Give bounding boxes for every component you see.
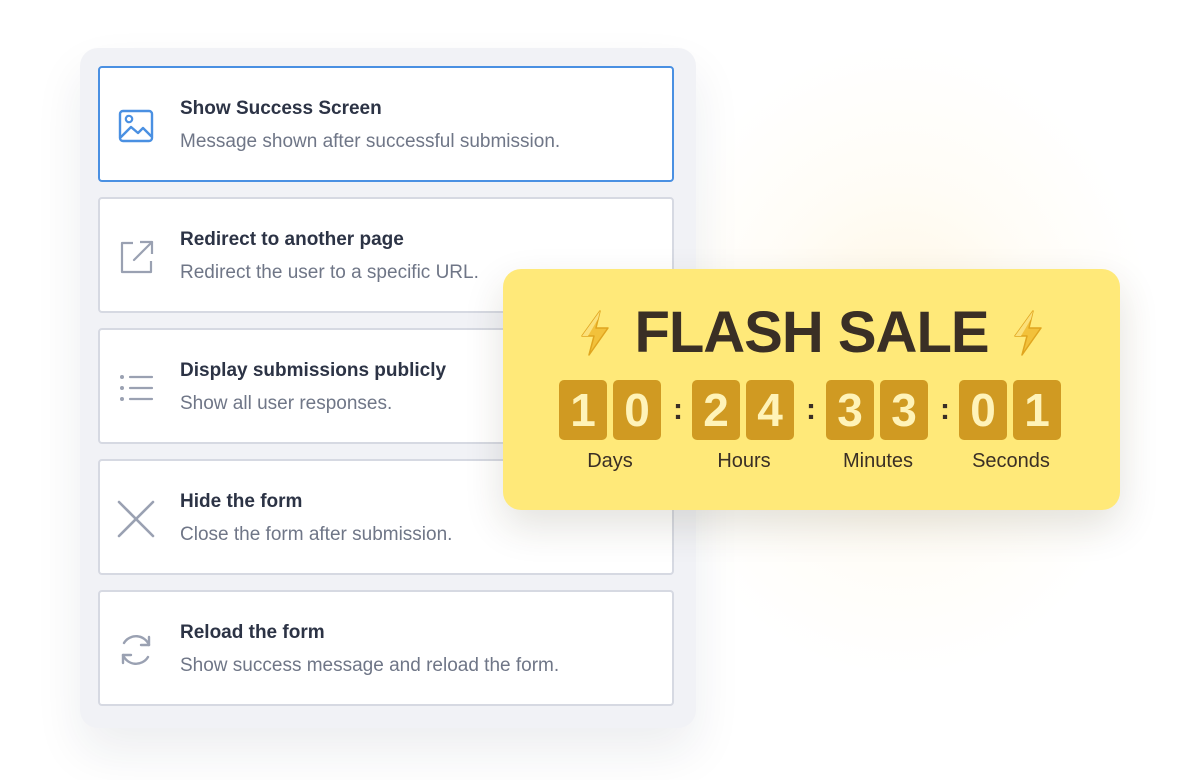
- option-title: Redirect to another page: [180, 229, 404, 250]
- countdown-days-digit: 0: [613, 380, 661, 440]
- external-link-icon: [120, 240, 154, 274]
- lightning-bolt-icon: [581, 310, 610, 356]
- countdown-separator: :: [806, 393, 816, 426]
- option-title: Reload the form: [180, 622, 325, 643]
- option-description: Show success message and reload the form…: [180, 655, 560, 676]
- countdown-seconds-digit: 1: [1013, 380, 1061, 440]
- countdown-hours-digit: 2: [692, 380, 740, 440]
- reload-icon: [121, 635, 151, 665]
- option-description: Redirect the user to a specific URL.: [180, 262, 479, 283]
- countdown-seconds-digit: 0: [959, 380, 1007, 440]
- flash-sale-title: FLASH SALE: [634, 300, 989, 365]
- countdown-hours-digit: 4: [746, 380, 794, 440]
- flash-sale-heading: FLASH SALE: [503, 299, 1120, 367]
- countdown-days-label: Days: [587, 450, 633, 472]
- lightning-bolt-icon: [1013, 310, 1042, 356]
- countdown-days-digit: 1: [559, 380, 607, 440]
- option-title: Hide the form: [180, 491, 303, 512]
- option-description: Close the form after submission.: [180, 524, 453, 545]
- canvas: Show Success Screen Message shown after …: [0, 0, 1200, 780]
- countdown-separator: :: [673, 393, 683, 426]
- option-title: Show Success Screen: [180, 98, 382, 119]
- countdown-minutes-digit: 3: [880, 380, 928, 440]
- option-reload-form[interactable]: Reload the form Show success message and…: [98, 590, 674, 706]
- countdown-hours-label: Hours: [717, 450, 771, 472]
- option-description: Show all user responses.: [180, 393, 393, 414]
- option-title: Display submissions publicly: [180, 360, 447, 381]
- option-show-success-screen[interactable]: Show Success Screen Message shown after …: [98, 66, 674, 182]
- countdown-minutes-label: Minutes: [842, 450, 914, 472]
- flash-sale-card: FLASH SALE 1 0 : 2 4 : 3 3 : 0 1 Days Ho…: [503, 269, 1120, 510]
- option-description: Message shown after successful submissio…: [180, 131, 561, 152]
- image-icon: [118, 109, 154, 143]
- countdown-separator: :: [940, 393, 950, 426]
- close-icon: [117, 500, 155, 538]
- list-icon: [120, 375, 154, 401]
- countdown-seconds-label: Seconds: [972, 450, 1050, 472]
- countdown-minutes-digit: 3: [826, 380, 874, 440]
